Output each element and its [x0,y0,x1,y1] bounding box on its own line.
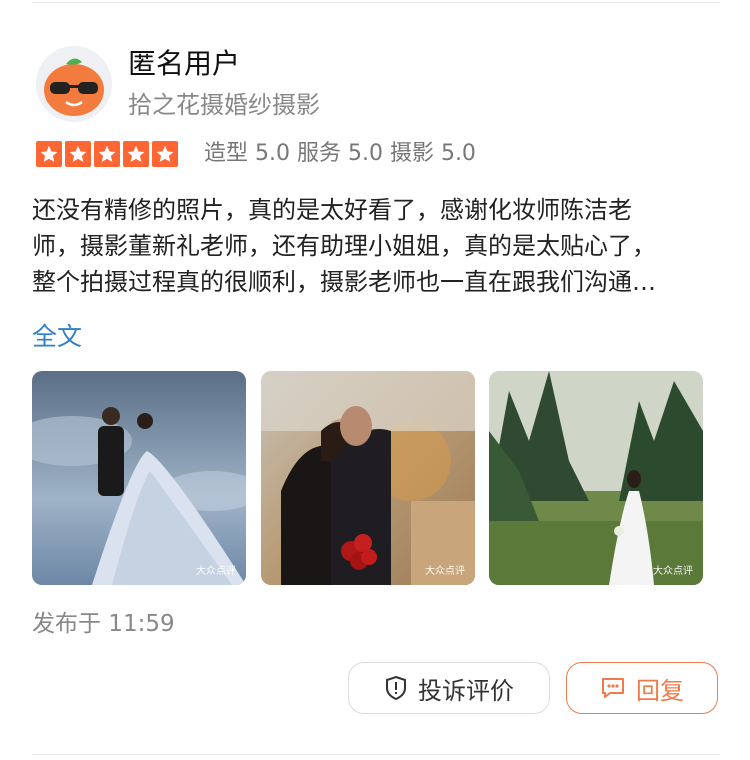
chat-bubble-icon [600,676,626,700]
shield-alert-icon [384,675,408,701]
star-icon [65,141,91,167]
star-icon [36,141,62,167]
username[interactable]: 匿名用户 [128,44,240,84]
reply-label: 回复 [636,676,684,705]
bride-forest-photo [489,371,703,585]
review-photo-3[interactable]: 大众点评 [489,371,703,585]
complain-button[interactable]: 投诉评价 [348,662,550,714]
review-photo-2[interactable]: 大众点评 [261,371,475,585]
review-text: 还没有精修的照片，真的是太好看了，感谢化妆师陈洁老 师，摄影董新礼老师，还有助理… [32,192,722,300]
bottom-divider [32,754,720,755]
complain-label: 投诉评价 [418,676,514,705]
review-line: 师，摄影董新礼老师，还有助理小姐姐，真的是太贴心了， [32,232,656,260]
publish-time: 发布于 11:59 [32,611,175,637]
shop-name[interactable]: 拾之花摄婚纱摄影 [128,88,320,122]
star-rating [36,141,178,167]
sub-scores: 造型 5.0 服务 5.0 摄影 5.0 [204,141,476,166]
star-icon [123,141,149,167]
review-line: 整个拍摄过程真的很顺利，摄影老师也一直在跟我们沟通… [32,268,656,296]
star-icon [94,141,120,167]
couple-embrace-photo [261,371,475,585]
orange-mascot-icon [36,46,112,122]
watermark: 大众点评 [653,566,693,577]
review-line: 还没有精修的照片，真的是太好看了，感谢化妆师陈洁老 [32,196,632,224]
star-icon [152,141,178,167]
review-photo-1[interactable]: 大众点评 [32,371,246,585]
reply-button[interactable]: 回复 [566,662,718,714]
wedding-photo-sky [32,371,246,585]
watermark: 大众点评 [425,566,465,577]
watermark: 大众点评 [196,566,236,577]
top-divider [32,2,720,3]
full-text-link[interactable]: 全文 [32,319,82,355]
avatar[interactable] [36,46,112,122]
